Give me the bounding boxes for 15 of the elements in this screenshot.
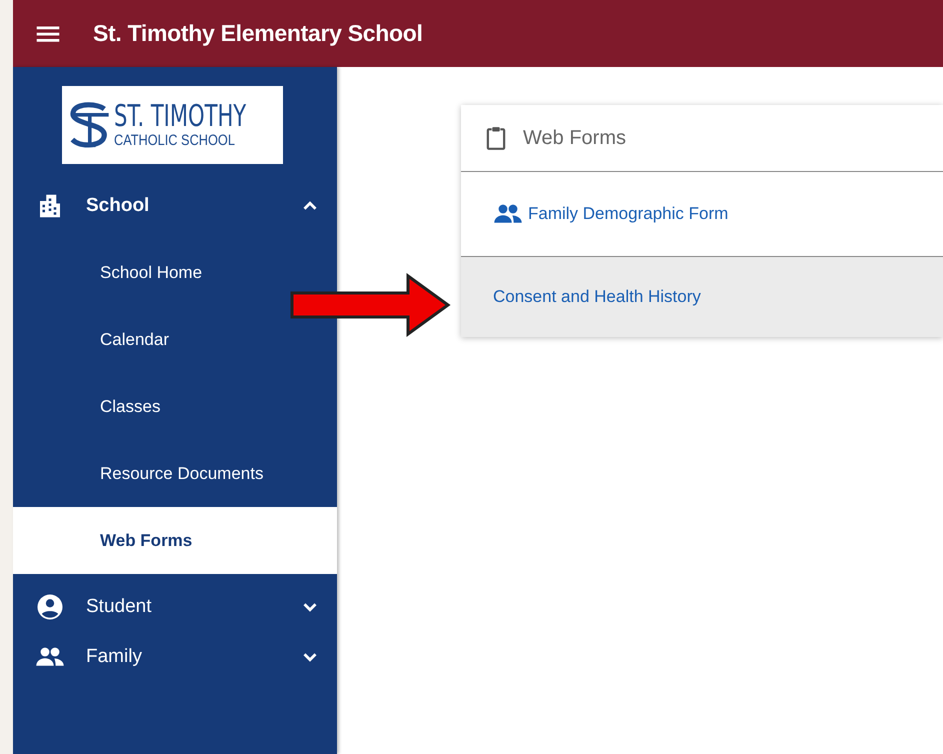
- nav-section-label[interactable]: Student: [86, 596, 299, 618]
- logo-subtitle: CATHOLIC SCHOOL: [114, 132, 236, 148]
- card-title: Web Forms: [523, 126, 626, 150]
- nav-item[interactable]: Resource Documents: [13, 440, 337, 507]
- nav-item[interactable]: Calendar: [13, 306, 337, 373]
- nav-item[interactable]: School Home: [13, 239, 337, 306]
- account-icon: [35, 592, 65, 622]
- logo-name: ST. TIMOTHY: [114, 102, 246, 132]
- nav-item[interactable]: Classes: [13, 373, 337, 440]
- form-link[interactable]: Consent and Health History: [493, 287, 701, 307]
- nav-section-label[interactable]: School: [86, 195, 299, 217]
- form-link[interactable]: Family Demographic Form: [528, 204, 728, 224]
- app-title: St. Timothy Elementary School: [93, 20, 423, 47]
- nav-item[interactable]: Web Forms: [13, 507, 337, 574]
- nav-section-label[interactable]: Family: [86, 646, 299, 668]
